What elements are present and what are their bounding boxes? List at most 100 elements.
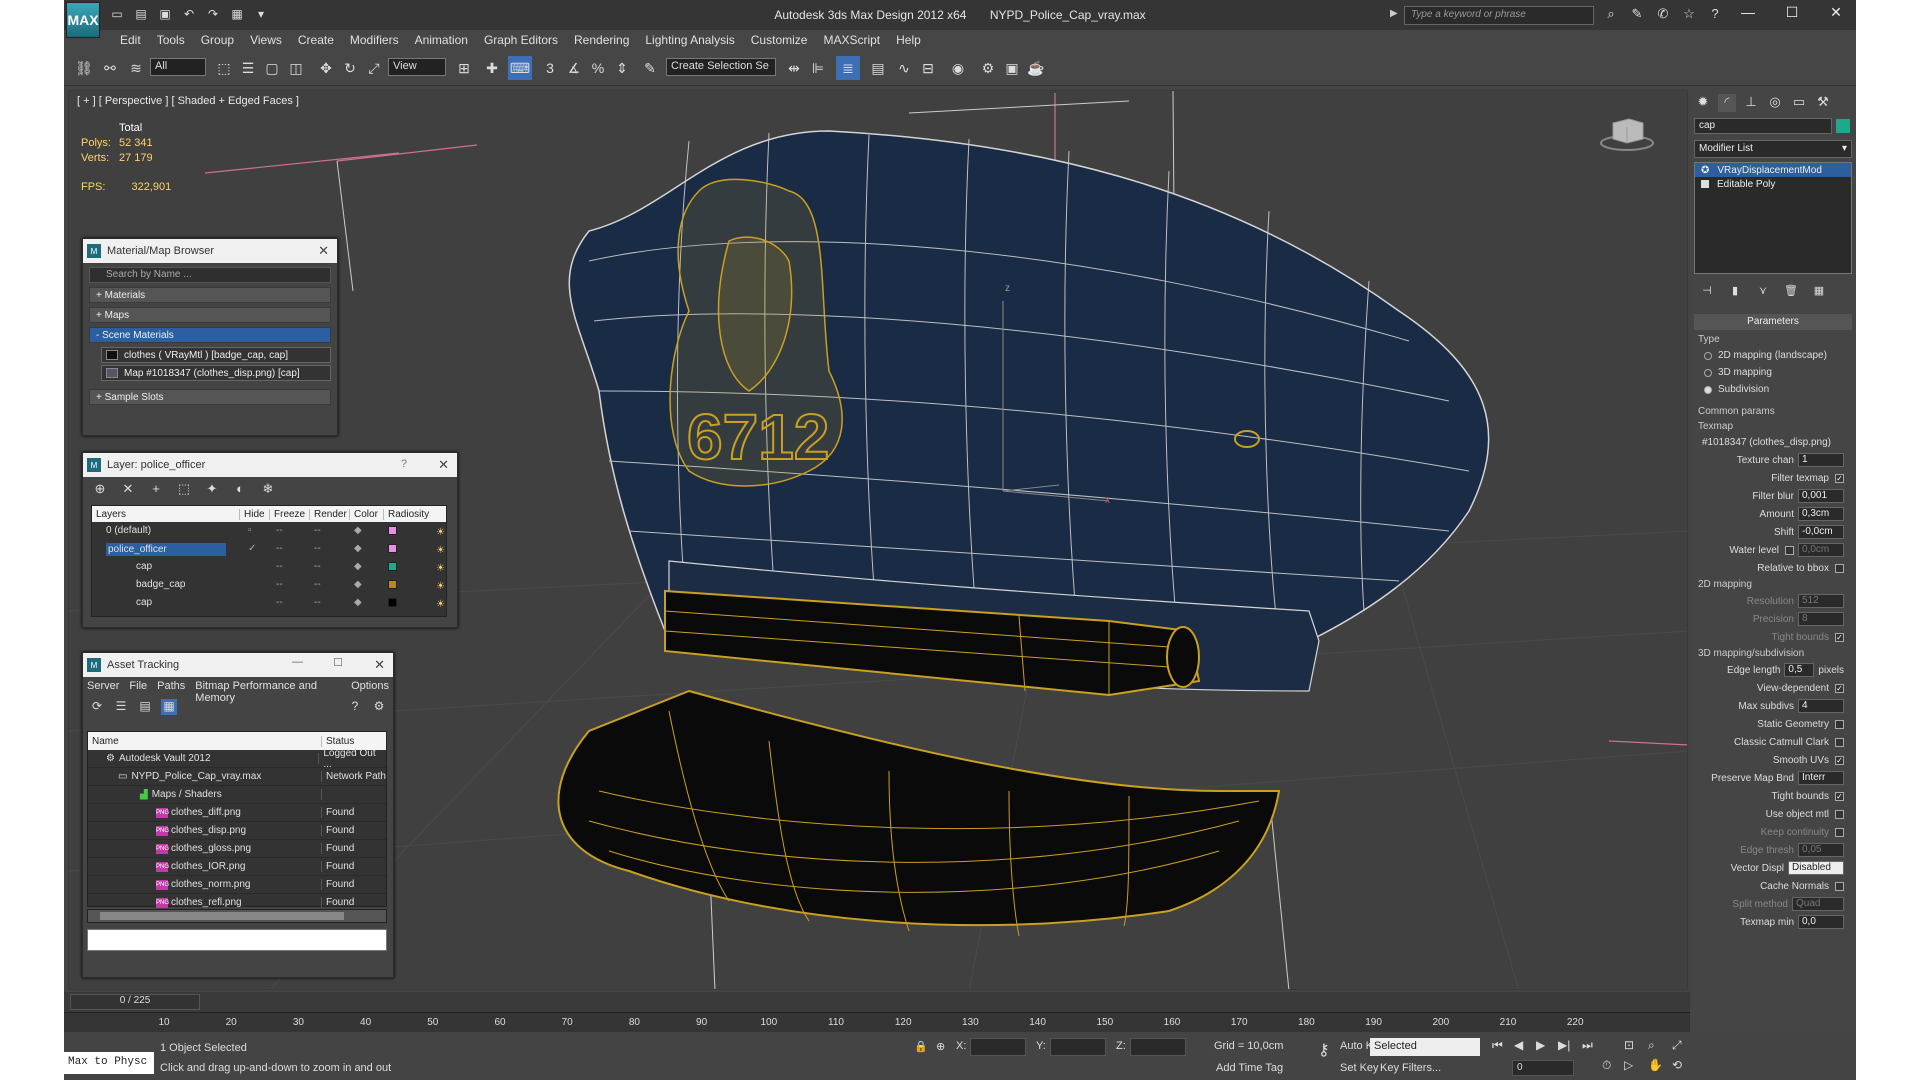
- texmap-min-spinner[interactable]: 0,0: [1798, 915, 1844, 929]
- layer-color-swatch[interactable]: [388, 598, 397, 607]
- align-icon[interactable]: ⊫: [806, 56, 830, 80]
- list-view-icon[interactable]: ☰: [113, 699, 129, 715]
- subscription-icon[interactable]: ✎: [1628, 6, 1646, 22]
- go-to-end-icon[interactable]: ⏭: [1582, 1038, 1593, 1053]
- highlight-selected-icon[interactable]: ✦: [203, 481, 221, 497]
- layer-manager-header[interactable]: M Layer: police_officer ? ✕: [83, 453, 457, 477]
- play-icon[interactable]: ▶: [1536, 1038, 1545, 1052]
- select-manipulate-icon[interactable]: ✚: [480, 56, 504, 80]
- pan-icon[interactable]: ✋: [1648, 1058, 1663, 1072]
- water-level-checkbox[interactable]: [1785, 545, 1794, 555]
- horizontal-scrollbar[interactable]: [87, 909, 387, 923]
- material-search-input[interactable]: Search by Name ...: [89, 267, 331, 283]
- texmap-button[interactable]: #1018347 (clothes_disp.png): [1690, 434, 1856, 451]
- resolution-spinner[interactable]: 512: [1798, 594, 1844, 608]
- close-icon[interactable]: ✕: [374, 657, 385, 673]
- go-to-start-icon[interactable]: ⏮: [1492, 1038, 1503, 1053]
- key-filters-button[interactable]: Key Filters...: [1380, 1062, 1441, 1074]
- material-editor-icon[interactable]: ◉: [946, 56, 970, 80]
- table-row[interactable]: PNG clothes_IOR.png Found: [88, 858, 386, 876]
- make-unique-icon[interactable]: ⋎: [1756, 284, 1770, 298]
- radio-subdivision[interactable]: Subdivision: [1690, 381, 1856, 398]
- viewport-label[interactable]: [ + ] [ Perspective ] [ Shaded + Edged F…: [77, 95, 299, 107]
- pivot-center-icon[interactable]: ⊞: [452, 56, 476, 80]
- layer-manager-icon[interactable]: ≣: [836, 56, 860, 80]
- named-selection-set-dropdown[interactable]: Create Selection Se: [666, 58, 776, 76]
- configure-sets-icon[interactable]: ▦: [1812, 284, 1826, 298]
- scale-icon[interactable]: ⤢: [362, 56, 386, 80]
- table-row[interactable]: ▟ Maps / Shaders: [88, 786, 386, 804]
- refresh-icon[interactable]: ⟳: [89, 699, 105, 715]
- asset-menu-options[interactable]: Options: [351, 680, 389, 694]
- section-scene-materials[interactable]: - Scene Materials: [89, 327, 331, 343]
- create-tab-icon[interactable]: ✹: [1694, 94, 1712, 112]
- unlink-icon[interactable]: ⚯: [98, 56, 122, 80]
- radiosity-icon[interactable]: ☀: [422, 542, 459, 559]
- table-row[interactable]: 0 (default) ▫ -- -- ◆ ☀: [92, 522, 446, 540]
- maximize-icon[interactable]: ☐: [333, 656, 343, 669]
- cache-normals-checkbox[interactable]: [1835, 881, 1844, 891]
- current-frame-field[interactable]: 0: [1512, 1060, 1574, 1076]
- rectangle-selection-icon[interactable]: ▢: [260, 56, 284, 80]
- close-icon[interactable]: ✕: [318, 243, 329, 259]
- communication-icon[interactable]: ✆: [1654, 6, 1672, 22]
- table-view-icon[interactable]: ▦: [161, 699, 177, 715]
- add-to-layer-icon[interactable]: +: [147, 481, 165, 497]
- use-object-mtl-checkbox[interactable]: [1835, 809, 1844, 819]
- radiosity-icon[interactable]: ☀: [422, 596, 459, 613]
- list-item[interactable]: Editable Poly: [1695, 177, 1851, 191]
- layer-color-swatch[interactable]: [388, 544, 397, 553]
- menu-tools[interactable]: Tools: [149, 30, 193, 50]
- table-row[interactable]: cap -- -- ◆ ☀: [92, 594, 446, 612]
- help-icon[interactable]: ?: [1706, 6, 1724, 22]
- menu-create[interactable]: Create: [290, 30, 342, 50]
- asset-menu-bitmap[interactable]: Bitmap Performance and Memory: [195, 680, 341, 704]
- parameters-rollout[interactable]: Parameters: [1694, 314, 1852, 330]
- window-crossing-icon[interactable]: ◫: [284, 56, 308, 80]
- menu-views[interactable]: Views: [242, 30, 290, 50]
- table-row[interactable]: ⚙ Autodesk Vault 2012 Logged Out ...: [88, 748, 386, 770]
- maximize-viewport-icon[interactable]: ⤢: [1672, 1038, 1682, 1053]
- object-color-swatch[interactable]: [1836, 119, 1850, 133]
- filter-blur-spinner[interactable]: 0,001: [1798, 489, 1844, 503]
- show-end-result-icon[interactable]: ▮: [1728, 284, 1742, 298]
- layer-color-swatch[interactable]: [388, 526, 397, 535]
- time-slider[interactable]: 0 / 225: [70, 994, 200, 1010]
- tight-bounds2-checkbox[interactable]: ✓: [1835, 791, 1844, 801]
- schematic-view-icon[interactable]: ⊟: [916, 56, 940, 80]
- render-setup-icon[interactable]: ⚙: [976, 56, 1000, 80]
- asset-tracking-header[interactable]: M Asset Tracking — ☐ ✕: [83, 653, 393, 677]
- keyboard-shortcut-override-icon[interactable]: ⌨: [508, 56, 532, 80]
- list-item[interactable]: ✪ VRayDisplacementMod: [1695, 163, 1851, 177]
- radiosity-icon[interactable]: ☀: [422, 560, 459, 577]
- close-icon[interactable]: ✕: [1826, 4, 1846, 21]
- z-coordinate-field[interactable]: [1130, 1038, 1186, 1056]
- tight-bounds-checkbox[interactable]: ✓: [1835, 632, 1844, 642]
- display-tab-icon[interactable]: ▭: [1790, 94, 1808, 112]
- material-browser-header[interactable]: M Material/Map Browser ✕: [83, 239, 337, 263]
- graphite-ribbon-icon[interactable]: ▤: [866, 56, 890, 80]
- absolute-mode-icon[interactable]: ⊕: [936, 1040, 945, 1053]
- set-key-button[interactable]: Set Key: [1340, 1062, 1379, 1074]
- key-icon[interactable]: ⚷: [1318, 1040, 1330, 1060]
- help-icon[interactable]: ?: [347, 699, 363, 715]
- time-config-icon[interactable]: ⏱: [1602, 1058, 1611, 1073]
- radio-3d-mapping[interactable]: 3D mapping: [1690, 364, 1856, 381]
- track-bar[interactable]: 10 20 30 40 50 60 70 80 90 100 110 120 130 140 150 160 1…: [64, 1012, 1690, 1032]
- move-icon[interactable]: ✥: [314, 56, 338, 80]
- table-row[interactable]: PNG clothes_diff.png Found: [88, 804, 386, 822]
- y-coordinate-field[interactable]: [1050, 1038, 1106, 1056]
- vector-displ-dropdown[interactable]: Disabled: [1788, 861, 1844, 875]
- search-expand-icon[interactable]: ▶: [1390, 8, 1398, 19]
- view-dependent-checkbox[interactable]: ✓: [1835, 683, 1844, 693]
- spinner-snap-icon[interactable]: ⇕: [610, 56, 634, 80]
- relative-bbox-checkbox[interactable]: [1835, 563, 1844, 573]
- minimize-icon[interactable]: —: [1738, 4, 1758, 21]
- precision-spinner[interactable]: 8: [1798, 612, 1844, 626]
- percent-snap-icon[interactable]: %: [586, 56, 610, 80]
- app-logo[interactable]: MAX: [66, 2, 100, 38]
- freeze-all-icon[interactable]: ❄: [259, 481, 277, 497]
- selection-filter-dropdown[interactable]: All: [150, 58, 206, 76]
- curve-editor-icon[interactable]: ∿: [892, 56, 916, 80]
- help-search-input[interactable]: Type a keyword or phrase: [1404, 6, 1594, 25]
